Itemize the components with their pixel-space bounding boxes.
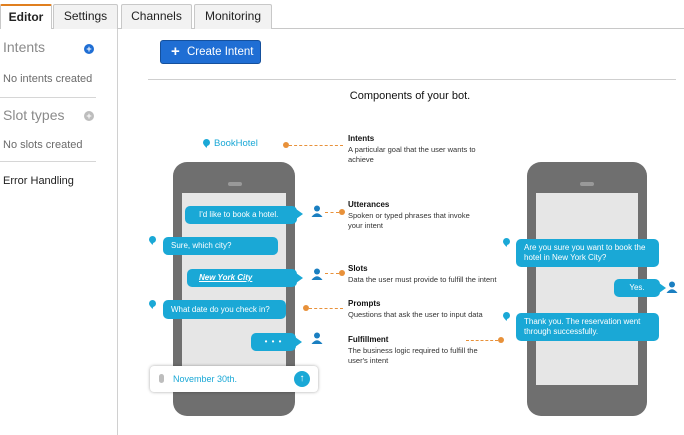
- add-intent-icon[interactable]: +: [84, 44, 94, 54]
- connector-dot: [498, 337, 504, 343]
- message-input[interactable]: November 30th. ↑: [150, 366, 318, 392]
- tab-channels[interactable]: Channels: [121, 4, 192, 29]
- bubble-tail: [295, 337, 302, 347]
- sidebar-divider: [0, 161, 96, 162]
- component-desc-utterances: Spoken or typed phrases that invoke your…: [348, 211, 470, 230]
- component-title-fulfillment: Fulfillment: [348, 335, 389, 344]
- chat-pin-icon: [149, 236, 156, 245]
- bot-message: Are you sure you want to book the hotel …: [516, 239, 659, 267]
- phone-speaker: [580, 182, 594, 186]
- tab-bar: Editor Settings Channels Monitoring: [0, 0, 684, 30]
- microphone-icon[interactable]: [159, 374, 164, 383]
- slot-value-text: New York City: [199, 273, 253, 282]
- create-intent-label: Create Intent: [187, 46, 254, 58]
- component-desc-prompts: Questions that ask the user to input dat…: [348, 310, 483, 319]
- connector-line: [325, 212, 339, 213]
- bot-message-text: Sure, which city?: [171, 241, 232, 250]
- add-slot-type-icon[interactable]: +: [84, 111, 94, 121]
- bot-message-text: Thank you. The reservation went through …: [524, 317, 641, 336]
- bot-message: What date do you check in?: [163, 300, 286, 319]
- connector-line: [466, 340, 498, 341]
- user-icon: [311, 332, 323, 344]
- input-value: November 30th.: [173, 374, 238, 384]
- plus-icon: +: [171, 43, 180, 60]
- bubble-tail: [659, 283, 666, 293]
- user-message: I'd like to book a hotel.: [185, 206, 297, 224]
- slot-types-heading[interactable]: Slot types: [3, 107, 64, 123]
- user-message-text: Yes.: [629, 283, 645, 292]
- user-icon: [666, 281, 678, 293]
- tab-editor[interactable]: Editor: [0, 4, 52, 30]
- connector-dot: [339, 270, 345, 276]
- tab-monitoring[interactable]: Monitoring: [194, 4, 272, 29]
- bot-message-text: Are you sure you want to book the hotel …: [524, 243, 646, 262]
- error-handling-link[interactable]: Error Handling: [3, 175, 74, 187]
- chat-pin-icon: [149, 300, 156, 309]
- user-message-text: I'd like to book a hotel.: [199, 210, 279, 219]
- component-title-intents: Intents: [348, 134, 375, 143]
- bot-message: Sure, which city?: [163, 237, 278, 255]
- connector-line: [289, 145, 343, 146]
- component-title-utterances: Utterances: [348, 200, 390, 209]
- components-title: Components of your bot.: [349, 90, 471, 102]
- component-title-slots: Slots: [348, 264, 368, 273]
- connector-line: [325, 273, 339, 274]
- bot-message: Thank you. The reservation went through …: [516, 313, 659, 341]
- bubble-tail: [296, 209, 303, 219]
- no-intents-text: No intents created: [3, 73, 93, 85]
- create-intent-button[interactable]: + Create Intent: [160, 40, 261, 64]
- user-icon: [311, 205, 323, 217]
- user-message: New York City: [187, 269, 297, 287]
- bubble-tail: [296, 273, 303, 283]
- main-divider: [148, 79, 676, 80]
- typing-dots: • • •: [264, 337, 283, 346]
- chat-pin-icon: [503, 238, 510, 247]
- user-message: Yes.: [614, 279, 660, 297]
- chat-pin-icon: [203, 139, 210, 148]
- component-desc-fulfillment: The business logic required to fulfill t…: [348, 346, 478, 365]
- intent-name: BookHotel: [214, 138, 258, 149]
- bot-message-text: What date do you check in?: [171, 304, 270, 314]
- user-icon: [311, 268, 323, 280]
- send-arrow-icon[interactable]: ↑: [294, 371, 310, 387]
- typing-indicator: • • •: [251, 333, 296, 351]
- connector-line: [309, 308, 343, 309]
- intents-heading[interactable]: Intents: [3, 39, 45, 55]
- component-desc-intents: A particular goal that the user wants to…: [348, 145, 476, 164]
- component-desc-slots: Data the user must provide to fulfill th…: [348, 275, 497, 284]
- no-slots-text: No slots created: [3, 139, 83, 151]
- connector-dot: [339, 209, 345, 215]
- tab-settings[interactable]: Settings: [53, 4, 118, 29]
- phone-speaker: [228, 182, 242, 186]
- component-title-prompts: Prompts: [348, 299, 381, 308]
